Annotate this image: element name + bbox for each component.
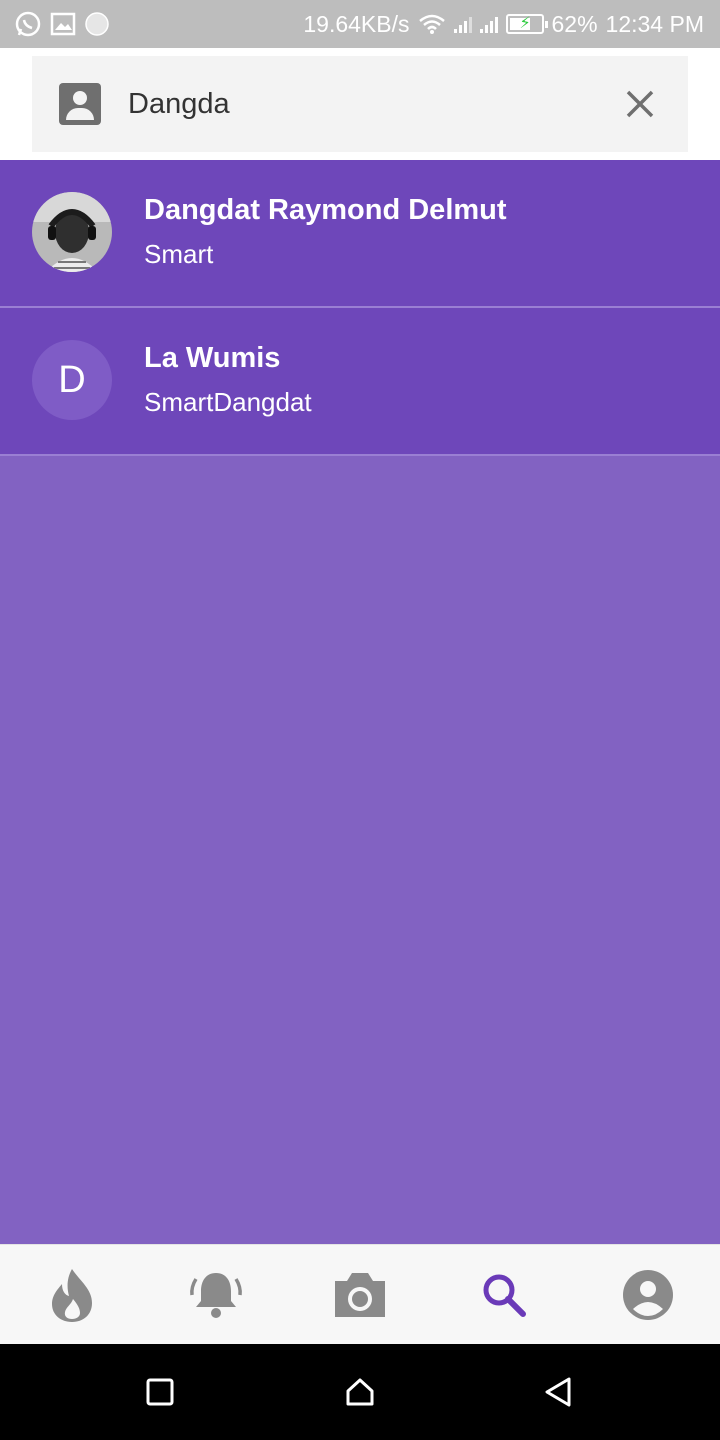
bottom-nav	[0, 1244, 720, 1344]
search-input[interactable]	[128, 80, 588, 128]
notification-icons	[14, 10, 110, 38]
contact-icon	[59, 83, 101, 125]
home-button[interactable]	[340, 1372, 380, 1412]
net-speed: 19.64KB/s	[303, 11, 410, 37]
list-item[interactable]: Dangdat Raymond Delmut Smart	[0, 160, 720, 308]
profile-icon	[623, 1270, 673, 1320]
nav-item-search[interactable]	[432, 1245, 576, 1345]
nav-item-profile[interactable]	[576, 1245, 720, 1345]
result-name: La Wumis	[144, 342, 281, 374]
bell-icon	[190, 1273, 242, 1318]
avatar: D	[32, 340, 112, 420]
status-bar: 19.64KB/s ⚡ 62% 12:34 PM	[0, 0, 720, 48]
search-icon	[483, 1274, 526, 1317]
nav-item-notifications[interactable]	[144, 1245, 288, 1345]
camera-icon	[335, 1273, 385, 1317]
gallery-icon	[50, 12, 76, 36]
nav-item-camera[interactable]	[288, 1245, 432, 1345]
search-results: Dangdat Raymond Delmut Smart D La Wumis …	[0, 160, 720, 456]
clock: 12:34 PM	[605, 11, 704, 37]
flame-icon	[52, 1269, 92, 1322]
square-icon	[146, 1378, 174, 1406]
whatsapp-icon	[15, 11, 41, 37]
nav-item-trending[interactable]	[0, 1245, 144, 1345]
result-subtitle: Smart	[144, 239, 214, 269]
back-icon	[545, 1377, 571, 1407]
search-header	[0, 48, 720, 160]
search-box	[32, 56, 688, 152]
list-item[interactable]: D La Wumis SmartDangdat	[0, 308, 720, 456]
battery-charging-icon: ⚡	[505, 14, 548, 34]
wifi-icon	[418, 14, 445, 34]
close-icon[interactable]	[620, 84, 660, 124]
system-nav-bar	[0, 1344, 720, 1440]
avatar	[32, 192, 112, 272]
signal-icon	[479, 15, 498, 33]
battery-level: 62%	[551, 11, 598, 37]
recent-apps-button[interactable]	[140, 1372, 180, 1412]
result-name: Dangdat Raymond Delmut	[144, 194, 507, 226]
result-subtitle: SmartDangdat	[144, 387, 312, 417]
circle-notification-icon	[85, 12, 109, 36]
signal-icon	[453, 15, 472, 33]
back-button[interactable]	[538, 1372, 578, 1412]
home-icon	[346, 1378, 374, 1406]
